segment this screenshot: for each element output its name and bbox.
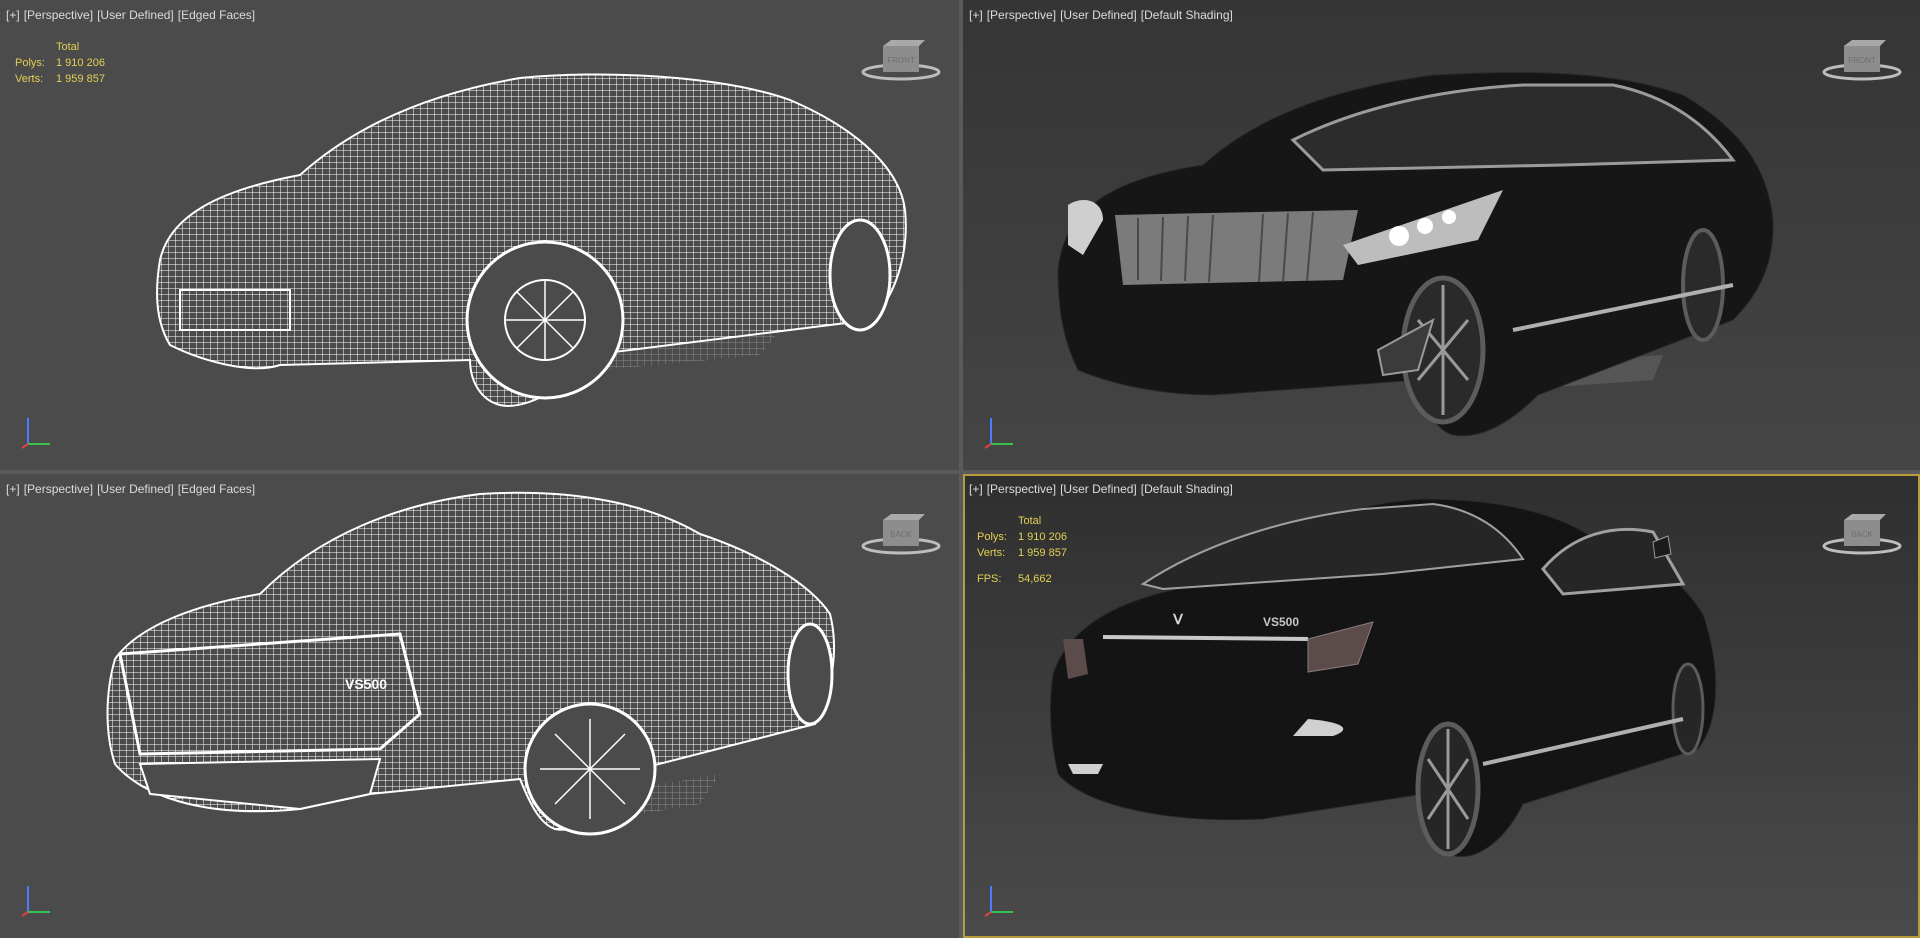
- axis-tripod-icon: [21, 418, 50, 449]
- brand-emblem-icon: Ⅴ: [1172, 611, 1183, 627]
- statistics-overlay: Total Polys: 1 910 206 Verts: 1 959 857 FP…: [977, 513, 1067, 587]
- polys-label: Polys:: [15, 57, 45, 69]
- car-badge-text: VS500: [1263, 615, 1299, 629]
- statistics-overlay: Total Polys: 1 910 206 Verts: 1 959 857: [15, 39, 105, 87]
- point-of-view-menu[interactable]: [Perspective]: [24, 8, 93, 22]
- stats-total-label: Total: [56, 41, 80, 53]
- viewcube-face-label: FRONT: [887, 56, 915, 65]
- viewport-plus-menu[interactable]: [+]: [6, 8, 20, 22]
- viewport-top-right[interactable]: [+] [Perspective] [User Defined] [Default S…: [963, 0, 1920, 470]
- viewcube-icon[interactable]: FRONT: [861, 38, 941, 82]
- viewport-label[interactable]: [+] [Perspective] [User Defined] [Default S…: [969, 8, 1237, 22]
- axis-tripod-icon: [984, 886, 1013, 917]
- stage-menu[interactable]: [User Defined]: [1060, 482, 1137, 496]
- axis-tripod-icon: [21, 886, 50, 917]
- axis-tripod-icon: [984, 418, 1013, 449]
- shaded-car-front: [1057, 71, 1774, 437]
- car-badge-text: VS500: [345, 676, 387, 692]
- wireframe-car-rear: VS500: [106, 491, 836, 836]
- viewport-label[interactable]: [+] [Perspective] [User Defined] [Default S…: [969, 482, 1237, 496]
- polys-label: Polys:: [977, 531, 1007, 543]
- viewport-grid: [+] [Perspective] [User Defined] [Edged Fac…: [0, 0, 1920, 938]
- stage-menu[interactable]: [User Defined]: [1060, 8, 1137, 22]
- viewport-plus-menu[interactable]: [+]: [6, 482, 20, 496]
- verts-label: Verts:: [977, 547, 1006, 559]
- stats-total-label: Total: [1018, 515, 1042, 527]
- viewcube-face-label: BACK: [1851, 530, 1873, 539]
- shading-menu[interactable]: [Default Shading]: [1141, 8, 1233, 22]
- viewcube-icon[interactable]: BACK: [1822, 512, 1902, 556]
- viewcube-face-label: BACK: [890, 530, 912, 539]
- viewport-bottom-left[interactable]: VS500 [+] [Perspective] [User Defined] [Edg…: [0, 474, 959, 938]
- polys-value: 1 910 206: [56, 57, 105, 69]
- shaded-car-rear: VS500 Ⅴ: [1050, 498, 1717, 858]
- verts-value: 1 959 857: [1018, 547, 1067, 559]
- viewport-label[interactable]: [+] [Perspective] [User Defined] [Edged Fac…: [6, 8, 259, 22]
- shading-menu[interactable]: [Edged Faces]: [178, 482, 255, 496]
- viewport-bottom-right[interactable]: VS500 Ⅴ [+] [Perspective] [User Defined] [D…: [963, 474, 1920, 938]
- viewport-plus-menu[interactable]: [+]: [969, 8, 983, 22]
- fps-value: 54,662: [1018, 573, 1052, 585]
- viewport-top-left[interactable]: [+] [Perspective] [User Defined] [Edged Fac…: [0, 0, 959, 470]
- shading-menu[interactable]: [Edged Faces]: [178, 8, 255, 22]
- stage-menu[interactable]: [User Defined]: [97, 482, 174, 496]
- fps-label: FPS:: [977, 573, 1002, 585]
- viewport-label[interactable]: [+] [Perspective] [User Defined] [Edged Fac…: [6, 482, 259, 496]
- viewport-plus-menu[interactable]: [+]: [969, 482, 983, 496]
- verts-label: Verts:: [15, 73, 44, 85]
- wireframe-car-front: [156, 73, 907, 407]
- point-of-view-menu[interactable]: [Perspective]: [24, 482, 93, 496]
- point-of-view-menu[interactable]: [Perspective]: [987, 482, 1056, 496]
- viewcube-icon[interactable]: FRONT: [1822, 38, 1902, 82]
- stage-menu[interactable]: [User Defined]: [97, 8, 174, 22]
- shading-menu[interactable]: [Default Shading]: [1141, 482, 1233, 496]
- viewcube-icon[interactable]: BACK: [861, 512, 941, 556]
- polys-value: 1 910 206: [1018, 531, 1067, 543]
- verts-value: 1 959 857: [56, 73, 105, 85]
- viewcube-face-label: FRONT: [1848, 56, 1876, 65]
- point-of-view-menu[interactable]: [Perspective]: [987, 8, 1056, 22]
